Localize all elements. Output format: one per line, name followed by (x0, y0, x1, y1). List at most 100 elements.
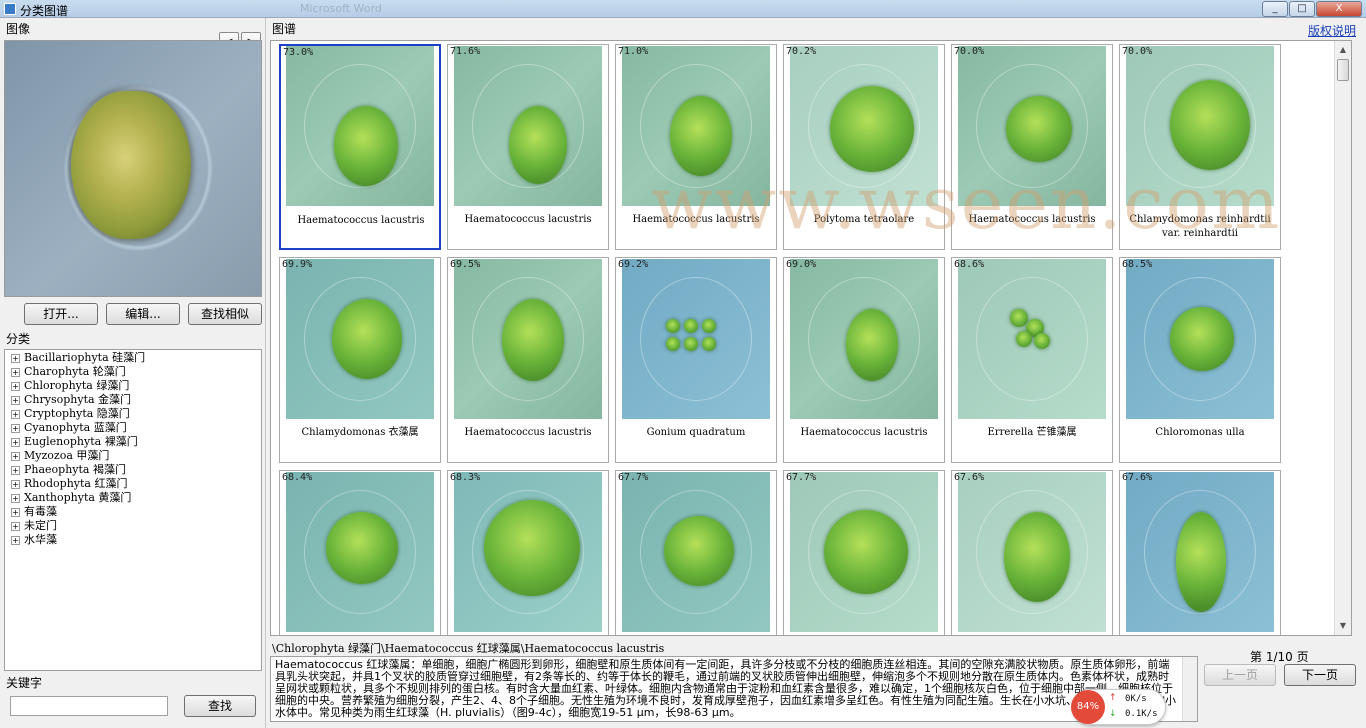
expand-icon[interactable]: + (11, 381, 20, 391)
tree-item[interactable]: + Cyanophyta 蓝藻门 (5, 421, 261, 435)
similarity-percent: 70.2% (786, 46, 817, 57)
copyright-link[interactable]: 版权说明 (1308, 22, 1356, 39)
result-card[interactable]: 69.0% Haematococcus lacustris (783, 257, 945, 463)
tree-item[interactable]: + 水华藻 (5, 533, 261, 547)
scroll-down-icon[interactable]: ▼ (1336, 618, 1350, 634)
tree-item[interactable]: + Rhodophyta 红藻门 (5, 477, 261, 491)
find-similar-button[interactable]: 查找相似 (188, 303, 262, 325)
maximize-button[interactable]: □ (1289, 1, 1315, 17)
tree-item[interactable]: + Chlorophyta 绿藻门 (5, 379, 261, 393)
similarity-percent: 69.0% (786, 259, 817, 270)
result-card[interactable]: 70.2% Polytoma tetraolare (783, 44, 945, 250)
result-card[interactable]: 73.0% Haematococcus lacustris (279, 44, 441, 250)
expand-icon[interactable]: + (11, 451, 20, 461)
result-card[interactable]: 69.9% Chlamydomonas 衣藻属 (279, 257, 441, 463)
species-caption: Haematococcus lacustris (632, 214, 760, 225)
result-card[interactable]: 70.0% Chlamydomonas reinhardtii var. rein… (1119, 44, 1281, 250)
expand-icon[interactable]: + (11, 535, 20, 545)
similarity-percent: 71.0% (618, 46, 649, 57)
description-scrollbar[interactable] (1182, 657, 1197, 721)
cell-image (684, 319, 698, 333)
species-caption: Chloromonas ulla (1155, 427, 1245, 438)
expand-icon[interactable]: + (11, 367, 20, 377)
tree-item-label: 水华藻 (24, 533, 57, 546)
class-tree[interactable]: + Bacillariophyta 硅藻门 + Charophyta 轮藻门 + Chlo… (4, 349, 262, 671)
expand-icon[interactable]: + (11, 437, 20, 447)
cell-image (1004, 512, 1070, 602)
tree-item[interactable]: + Euglenophyta 裸藻门 (5, 435, 261, 449)
result-thumbnail (622, 259, 770, 419)
cell-image (1170, 80, 1250, 170)
expand-icon[interactable]: + (11, 521, 20, 531)
result-card[interactable]: 67.7% (783, 470, 945, 635)
edit-button[interactable]: 编辑... (106, 303, 180, 325)
result-thumbnail (454, 46, 602, 206)
similarity-percent: 69.9% (282, 259, 313, 270)
gallery-scrollbar[interactable]: ▲ ▼ (1334, 41, 1351, 635)
tree-item[interactable]: + Charophyta 轮藻门 (5, 365, 261, 379)
result-thumbnail (286, 46, 434, 206)
tree-item-label: Cyanophyta 蓝藻门 (24, 421, 127, 434)
tree-item[interactable]: + Myzozoa 甲藻门 (5, 449, 261, 463)
result-card[interactable]: 68.6% Errerella 芒锥藻属 (951, 257, 1113, 463)
cell-wall-ring (976, 277, 1088, 401)
result-card[interactable]: 71.6% Haematococcus lacustris (447, 44, 609, 250)
result-card[interactable]: 70.0% Haematococcus lacustris (951, 44, 1113, 250)
result-thumbnail (790, 472, 938, 632)
expand-icon[interactable]: + (11, 395, 20, 405)
open-button[interactable]: 打开... (24, 303, 98, 325)
keyword-input[interactable] (10, 696, 168, 716)
expand-icon[interactable]: + (11, 493, 20, 503)
tree-item-label: Rhodophyta 红藻门 (24, 477, 128, 490)
cell-image (666, 337, 680, 351)
similarity-percent: 67.7% (618, 472, 649, 483)
result-thumbnail (622, 46, 770, 206)
result-thumbnail (454, 472, 602, 632)
page-indicator: 第 1/10 页 (1250, 650, 1309, 664)
close-button[interactable]: X (1316, 1, 1362, 17)
tree-item[interactable]: + Bacillariophyta 硅藻门 (5, 351, 261, 365)
cell-image (830, 86, 914, 172)
tree-item[interactable]: + 未定门 (5, 519, 261, 533)
similarity-percent: 68.3% (450, 472, 481, 483)
scroll-up-icon[interactable]: ▲ (1336, 42, 1350, 58)
expand-icon[interactable]: + (11, 465, 20, 475)
result-card[interactable]: 67.6% (1119, 470, 1281, 635)
cell-image (1034, 333, 1050, 349)
result-card[interactable]: 69.5% Haematococcus lacustris (447, 257, 609, 463)
species-caption: Haematococcus lacustris (464, 214, 592, 225)
result-card[interactable]: 68.3% (447, 470, 609, 635)
species-caption: Haematococcus lacustris (800, 427, 928, 438)
result-thumbnail (286, 472, 434, 632)
result-card[interactable]: 68.5% Chloromonas ulla (1119, 257, 1281, 463)
minimize-button[interactable]: _ (1262, 1, 1288, 17)
tree-item-label: Xanthophyta 黄藻门 (24, 491, 132, 504)
tree-item-label: Charophyta 轮藻门 (24, 365, 126, 378)
tree-item[interactable]: + 有毒藻 (5, 505, 261, 519)
window-title: 分类图谱 (20, 4, 69, 18)
search-button[interactable]: 查找 (184, 695, 256, 717)
result-card[interactable]: 67.6% (951, 470, 1113, 635)
tree-item[interactable]: + Phaeophyta 褐藻门 (5, 463, 261, 477)
expand-icon[interactable]: + (11, 353, 20, 363)
network-speed-widget[interactable]: 84% ↑ 0K/s ↓ 0.1K/s (1071, 689, 1166, 725)
result-card[interactable]: 71.0% Haematococcus lacustris (615, 44, 777, 250)
expand-icon[interactable]: + (11, 423, 20, 433)
tree-item[interactable]: + Xanthophyta 黄藻门 (5, 491, 261, 505)
result-card[interactable]: 68.4% (279, 470, 441, 635)
similarity-percent: 71.6% (450, 46, 481, 57)
cell-image (326, 512, 398, 584)
result-card[interactable]: 67.7% (615, 470, 777, 635)
expand-icon[interactable]: + (11, 409, 20, 419)
scroll-thumb[interactable] (1337, 59, 1349, 81)
tree-item[interactable]: + Cryptophyta 隐藻门 (5, 407, 261, 421)
prev-page-button[interactable]: 上一页 (1204, 664, 1276, 686)
expand-icon[interactable]: + (11, 507, 20, 517)
expand-icon[interactable]: + (11, 479, 20, 489)
cell-image (334, 106, 398, 186)
next-page-button[interactable]: 下一页 (1284, 664, 1356, 686)
tree-item[interactable]: + Chrysophyta 金藻门 (5, 393, 261, 407)
tree-item-label: Chrysophyta 金藻门 (24, 393, 132, 406)
result-card[interactable]: 69.2% Gonium quadratum (615, 257, 777, 463)
result-thumbnail (1126, 46, 1274, 206)
